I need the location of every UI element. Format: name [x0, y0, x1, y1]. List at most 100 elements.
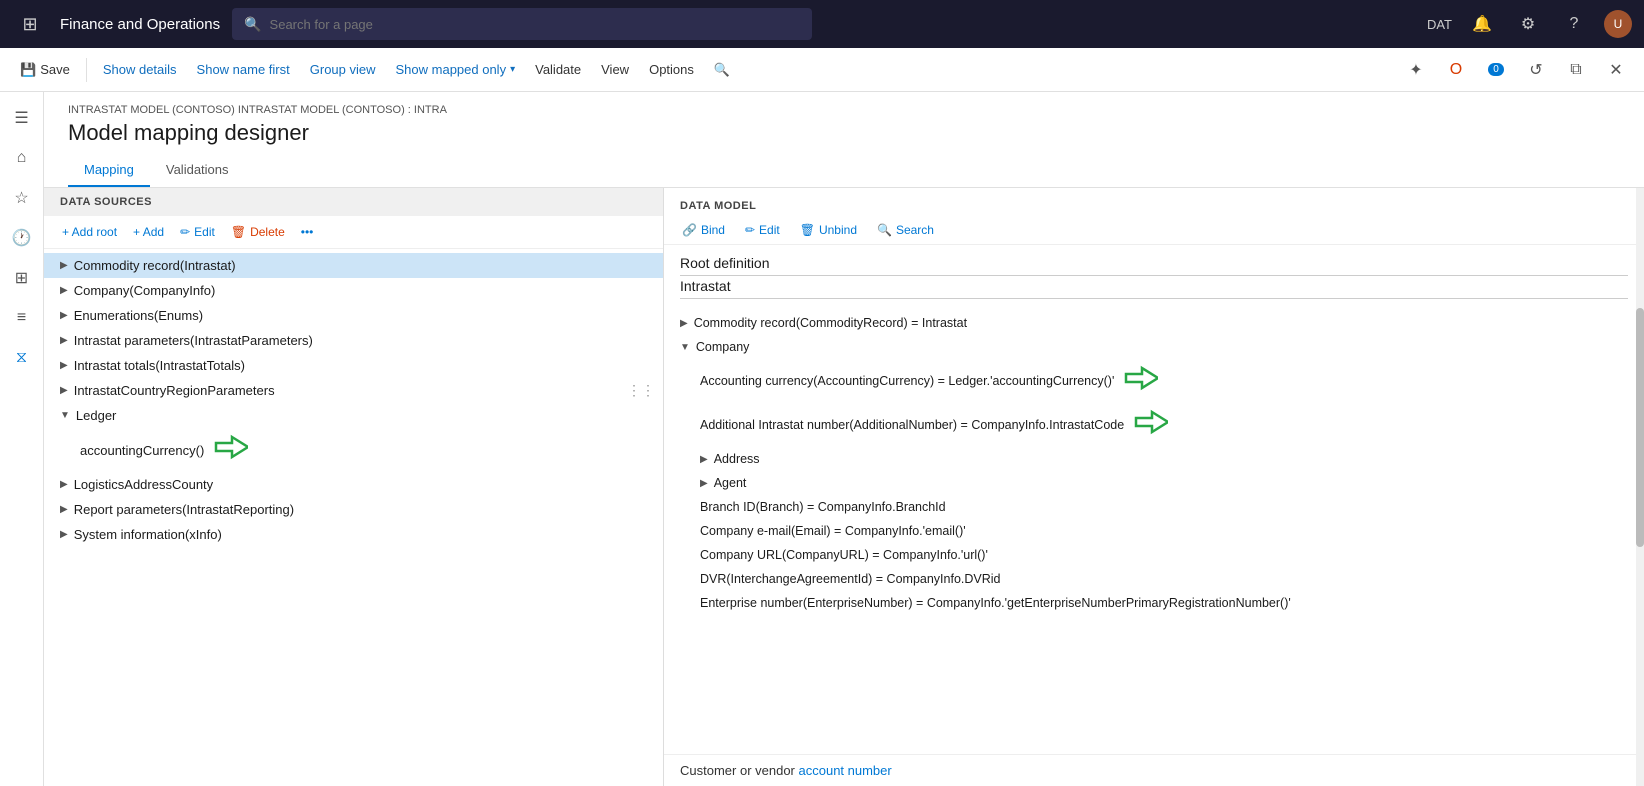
close-icon[interactable]: ✕ — [1600, 54, 1632, 86]
chevron-down-icon: ▼ — [680, 342, 690, 353]
show-name-first-button[interactable]: Show name first — [189, 58, 298, 81]
delete-ds-button[interactable]: 🗑 Delete — [225, 222, 291, 242]
help-button[interactable]: ? — [1558, 8, 1590, 40]
toolbar: 💾 Save Show details Show name first Grou… — [0, 48, 1644, 92]
chevron-right-icon: ▶ — [60, 479, 68, 490]
main-content: INTRASTAT MODEL (CONTOSO) INTRASTAT MODE… — [44, 92, 1644, 786]
options-button[interactable]: Options — [641, 58, 702, 81]
filter-icon[interactable]: ⧖ — [4, 340, 40, 376]
workspaces-icon[interactable]: ⊞ — [4, 260, 40, 296]
side-icon-bar: ☰ ⌂ ☆ 🕐 ⊞ ≡ ⧖ — [0, 92, 44, 786]
ds-header-label: DATA SOURCES — [44, 188, 663, 216]
edit-ds-button[interactable]: ✏ Edit — [174, 222, 221, 242]
dm-item-address[interactable]: ▶ Address — [664, 447, 1644, 471]
notification-bell[interactable]: 🔔 — [1466, 8, 1498, 40]
extension-icon[interactable]: ✦ — [1400, 54, 1432, 86]
top-nav-right: DAT 🔔 ⚙ ? U — [1427, 8, 1632, 40]
tab-validations[interactable]: Validations — [150, 154, 245, 187]
validate-button[interactable]: Validate — [527, 58, 589, 81]
delete-ds-icon: 🗑 — [231, 225, 246, 239]
page-tabs: Mapping Validations — [68, 154, 1620, 187]
dm-item-agent[interactable]: ▶ Agent — [664, 471, 1644, 495]
dm-item-dvr[interactable]: DVR(InterchangeAgreementId) = CompanyInf… — [664, 567, 1644, 591]
ds-item-logistics-address[interactable]: ▶ LogisticsAddressCounty — [44, 472, 663, 497]
more-ds-button[interactable]: ••• — [295, 222, 320, 242]
chevron-right-icon: ▶ — [60, 360, 68, 371]
ds-item-company[interactable]: ▶ Company(CompanyInfo) — [44, 278, 663, 303]
view-button[interactable]: View — [593, 58, 637, 81]
search-dm-icon: 🔍 — [877, 223, 892, 237]
dm-item-branch-id[interactable]: Branch ID(Branch) = CompanyInfo.BranchId — [664, 495, 1644, 519]
account-number-link[interactable]: account number — [799, 763, 892, 778]
tab-mapping[interactable]: Mapping — [68, 154, 150, 187]
edit-dm-icon: ✏ — [745, 223, 755, 237]
chevron-down-icon: ▼ — [60, 410, 70, 421]
add-button[interactable]: + Add — [127, 222, 170, 242]
bind-button[interactable]: 🔗 Bind — [676, 220, 731, 240]
unbind-icon: 🗑 — [800, 223, 815, 237]
settings-gear[interactable]: ⚙ — [1512, 8, 1544, 40]
dm-item-commodity[interactable]: ▶ Commodity record(CommodityRecord) = In… — [664, 311, 1644, 335]
show-mapped-only-button[interactable]: Show mapped only ▾ — [388, 58, 524, 81]
office-icon[interactable]: O — [1440, 54, 1472, 86]
dm-tree: ▶ Commodity record(CommodityRecord) = In… — [664, 307, 1644, 754]
unbind-button[interactable]: 🗑 Unbind — [794, 220, 863, 240]
root-definition-label: Root definition — [680, 255, 1628, 276]
ds-item-accounting-currency[interactable]: accountingCurrency() — [44, 428, 663, 472]
ds-item-intrastat-params[interactable]: ▶ Intrastat parameters(IntrastatParamete… — [44, 328, 663, 353]
save-button[interactable]: 💾 Save — [12, 58, 78, 82]
dm-item-company-email[interactable]: Company e-mail(Email) = CompanyInfo.'ema… — [664, 519, 1644, 543]
dm-item-label: Accounting currency(AccountingCurrency) … — [700, 374, 1114, 388]
dm-item-company[interactable]: ▼ Company — [664, 335, 1644, 359]
ds-item-label: Commodity record(Intrastat) — [74, 258, 236, 273]
grid-menu-button[interactable]: ⊞ — [12, 6, 48, 42]
chevron-right-icon: ▶ — [60, 504, 68, 515]
open-new-window-icon[interactable]: ⧉ — [1560, 54, 1592, 86]
avatar[interactable]: U — [1604, 10, 1632, 38]
scrollbar-thumb[interactable] — [1636, 308, 1644, 547]
drag-handle-icon: ⋮⋮ — [627, 382, 655, 399]
ds-item-label: Ledger — [76, 408, 116, 423]
ds-item-intrastat-totals[interactable]: ▶ Intrastat totals(IntrastatTotals) — [44, 353, 663, 378]
ds-item-label: System information(xInfo) — [74, 527, 222, 542]
ds-item-label: Intrastat totals(IntrastatTotals) — [74, 358, 245, 373]
ds-item-report-params[interactable]: ▶ Report parameters(IntrastatReporting) — [44, 497, 663, 522]
modules-icon[interactable]: ≡ — [4, 300, 40, 336]
dm-item-enterprise-number[interactable]: Enterprise number(EnterpriseNumber) = Co… — [664, 591, 1644, 615]
dm-toolbar: 🔗 Bind ✏ Edit 🗑 Unbind 🔍 Search — [664, 216, 1644, 245]
dm-item-label: Commodity record(CommodityRecord) = Intr… — [694, 316, 967, 330]
refresh-icon[interactable]: ↺ — [1520, 54, 1552, 86]
group-view-button[interactable]: Group view — [302, 58, 384, 81]
chevron-right-icon: ▶ — [700, 478, 708, 489]
notification-count-btn[interactable]: 0 — [1480, 54, 1512, 86]
page-header: INTRASTAT MODEL (CONTOSO) INTRASTAT MODE… — [44, 92, 1644, 188]
home-icon[interactable]: ⌂ — [4, 140, 40, 176]
dm-item-company-url[interactable]: Company URL(CompanyURL) = CompanyInfo.'u… — [664, 543, 1644, 567]
ds-item-intrastat-country[interactable]: ▶ IntrastatCountryRegionParameters ⋮⋮ — [44, 378, 663, 403]
env-label: DAT — [1427, 17, 1452, 32]
main-layout: ☰ ⌂ ☆ 🕐 ⊞ ≡ ⧖ INTRASTAT MODEL (CONTOSO) … — [0, 92, 1644, 786]
scrollbar[interactable] — [1636, 188, 1644, 786]
toolbar-right-icons: ✦ O 0 ↺ ⧉ ✕ — [1400, 54, 1632, 86]
search-toolbar-button[interactable]: 🔍 — [706, 58, 738, 82]
ds-item-ledger[interactable]: ▼ Ledger — [44, 403, 663, 428]
recent-icon[interactable]: 🕐 — [4, 220, 40, 256]
sidebar-menu-icon[interactable]: ☰ — [4, 100, 40, 136]
global-search-bar[interactable]: 🔍 — [232, 8, 812, 40]
global-search-input[interactable] — [270, 17, 801, 32]
dm-item-label: Company URL(CompanyURL) = CompanyInfo.'u… — [700, 548, 988, 562]
dm-header-label: DATA MODEL — [664, 188, 1644, 216]
add-root-button[interactable]: + Add root — [56, 222, 123, 242]
ds-item-system-info[interactable]: ▶ System information(xInfo) — [44, 522, 663, 547]
ds-item-enumerations[interactable]: ▶ Enumerations(Enums) — [44, 303, 663, 328]
dm-item-additional-intrastat[interactable]: Additional Intrastat number(AdditionalNu… — [664, 403, 1644, 447]
dm-item-label: Company e-mail(Email) = CompanyInfo.'ema… — [700, 524, 966, 538]
show-details-button[interactable]: Show details — [95, 58, 185, 81]
edit-dm-button[interactable]: ✏ Edit — [739, 220, 786, 240]
favorites-icon[interactable]: ☆ — [4, 180, 40, 216]
search-dm-button[interactable]: 🔍 Search — [871, 220, 940, 240]
dm-item-accounting-currency[interactable]: Accounting currency(AccountingCurrency) … — [664, 359, 1644, 403]
ds-item-commodity[interactable]: ▶ Commodity record(Intrastat) — [44, 253, 663, 278]
chevron-right-icon: ▶ — [700, 454, 708, 465]
dm-item-label: DVR(InterchangeAgreementId) = CompanyInf… — [700, 572, 1001, 586]
